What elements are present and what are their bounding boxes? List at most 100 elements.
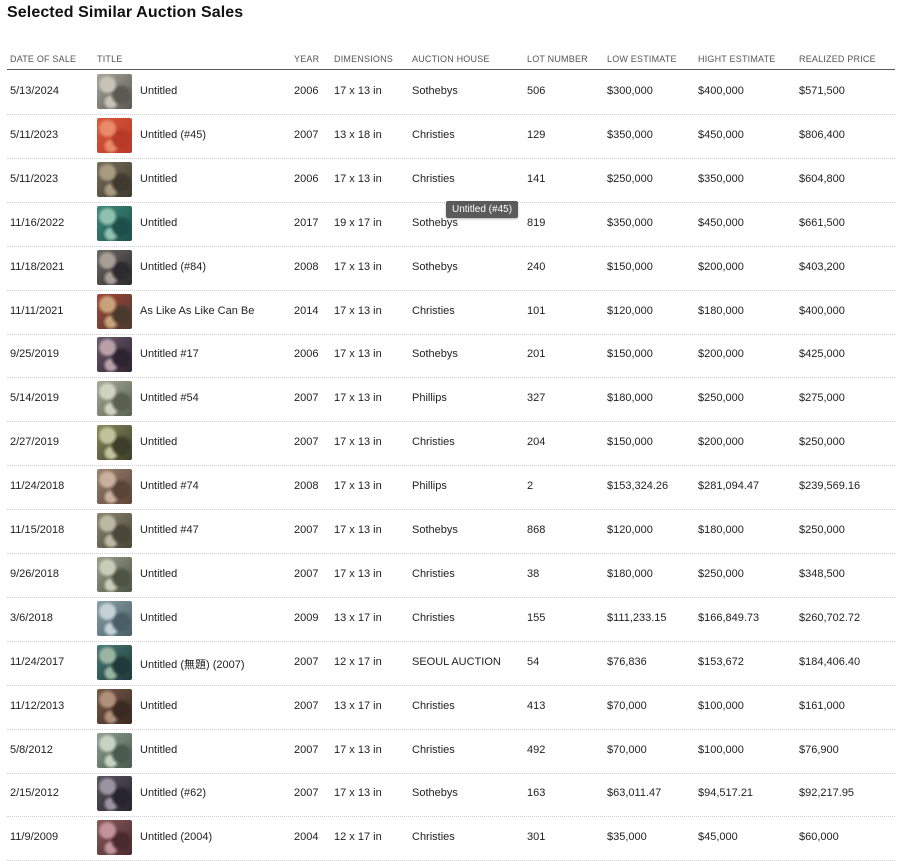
year-cell: 2007 — [294, 436, 319, 449]
high-estimate-cell: $45,000 — [698, 831, 738, 844]
table-row[interactable]: 11/18/2021 2008 17 x 13 in Sothebys 240 $150,… — [7, 246, 895, 291]
artwork-thumbnail[interactable] — [97, 337, 132, 373]
table-row[interactable]: 5/11/2023 2007 13 x 18 in Christies 129 $350,… — [7, 114, 895, 159]
table-row[interactable]: 9/25/2019 2006 17 x 13 in Sothebys 201 $150,0… — [7, 333, 895, 379]
artwork-thumbnail[interactable] — [97, 293, 132, 329]
artwork-thumbnail[interactable] — [97, 469, 132, 505]
artwork-thumbnail[interactable] — [97, 776, 132, 812]
table-row[interactable]: 2/27/2019 2007 17 x 13 in Christies 204 $150,… — [7, 421, 895, 467]
artwork-title[interactable]: Untitled — [140, 85, 177, 97]
page-title: Selected Similar Auction Sales — [7, 4, 244, 21]
lot-number-cell: 141 — [527, 172, 546, 185]
lot-number-cell: 492 — [527, 743, 546, 756]
auction-house-cell: Sothebys — [412, 260, 458, 273]
artwork-title[interactable]: Untitled — [140, 568, 177, 580]
auction-house-cell: Christies — [412, 172, 455, 185]
artwork-thumbnail[interactable] — [97, 161, 132, 197]
artwork-title[interactable]: Untitled — [140, 173, 177, 185]
lot-number-cell: 327 — [527, 392, 546, 405]
lot-number-cell: 54 — [527, 655, 540, 668]
artwork-title[interactable]: Untitled #54 — [140, 392, 199, 404]
lot-number-cell: 129 — [527, 128, 546, 141]
dimensions-cell: 17 x 13 in — [334, 480, 382, 493]
low-estimate-cell: $70,000 — [607, 699, 647, 712]
sale-date-cell: 11/16/2022 — [10, 216, 65, 229]
table-row[interactable]: 3/6/2018 2009 13 x 17 in Christies 155 $111,2… — [7, 597, 895, 642]
artwork-thumbnail[interactable] — [97, 205, 132, 241]
high-estimate-cell: $180,000 — [698, 524, 744, 536]
artwork-thumbnail[interactable] — [97, 74, 132, 109]
high-estimate-cell: $200,000 — [698, 436, 744, 449]
artwork-thumbnail[interactable] — [97, 556, 132, 592]
artwork-thumbnail[interactable] — [97, 644, 132, 680]
dimensions-cell: 17 x 13 in — [334, 348, 382, 361]
header-realized-price[interactable]: REALIZED PRICE — [799, 54, 876, 64]
table-row[interactable]: 5/8/2012 2007 17 x 13 in Christies 492 $70,00… — [7, 729, 895, 774]
artwork-thumbnail[interactable] — [97, 249, 132, 285]
lot-number-cell: 240 — [527, 260, 546, 273]
table-row[interactable]: 11/15/2018 2007 17 x 13 in Sothebys 868 $120,… — [7, 509, 895, 554]
year-cell: 2006 — [294, 348, 319, 361]
header-auction-house[interactable]: AUCTION HOUSE — [412, 54, 490, 64]
artwork-thumbnail[interactable] — [97, 600, 132, 636]
table-row[interactable]: 9/26/2018 2007 17 x 13 in Christies 38 $180,0… — [7, 553, 895, 598]
low-estimate-cell: $150,000 — [607, 260, 653, 273]
lot-number-cell: 201 — [527, 348, 546, 361]
header-dimensions[interactable]: DIMENSIONS — [334, 54, 393, 64]
realized-price-cell: $60,000 — [799, 831, 839, 844]
table-row[interactable]: 11/11/2021 2014 17 x 13 in Christies 101 $120… — [7, 290, 895, 335]
low-estimate-cell: $120,000 — [607, 304, 653, 317]
artwork-thumbnail[interactable] — [97, 425, 132, 461]
artwork-thumbnail[interactable] — [97, 732, 132, 768]
low-estimate-cell: $300,000 — [607, 85, 653, 97]
table-row[interactable]: 5/14/2019 2007 17 x 13 in Phillips 327 $180,0… — [7, 377, 895, 423]
auction-house-cell: Sothebys — [412, 787, 458, 800]
artwork-title[interactable]: Untitled (#45) — [140, 129, 206, 141]
header-high-estimate[interactable]: HIGHT ESTIMATE — [698, 54, 775, 64]
sale-date-cell: 5/11/2023 — [10, 128, 59, 141]
dimensions-cell: 13 x 17 in — [334, 611, 382, 624]
dimensions-cell: 13 x 17 in — [334, 699, 382, 712]
artwork-title[interactable]: Untitled #47 — [140, 524, 199, 536]
artwork-title[interactable]: Untitled (#62) — [140, 787, 206, 799]
artwork-title[interactable]: Untitled (#84) — [140, 261, 206, 273]
artwork-thumbnail[interactable] — [97, 513, 132, 548]
artwork-title[interactable]: Untitled — [140, 700, 177, 712]
artwork-thumbnail[interactable] — [97, 820, 132, 856]
artwork-title[interactable]: Untitled #74 — [140, 480, 199, 492]
year-cell: 2008 — [294, 480, 319, 493]
header-low-estimate[interactable]: LOW ESTIMATE — [607, 54, 677, 64]
year-cell: 2007 — [294, 743, 319, 756]
auction-house-cell: Christies — [412, 699, 455, 712]
artwork-title[interactable]: Untitled — [140, 436, 177, 448]
table-row[interactable]: 5/11/2023 2006 17 x 13 in Christies 141 $250,… — [7, 158, 895, 203]
high-estimate-cell: $350,000 — [698, 172, 744, 185]
table-row[interactable]: 11/9/2009 2004 12 x 17 in Christies 301 $35,0… — [7, 816, 895, 861]
artwork-title[interactable]: Untitled — [140, 217, 177, 229]
artwork-title[interactable]: As Like As Like Can Be — [140, 305, 254, 317]
header-date-of-sale[interactable]: DATE OF SALE — [10, 54, 76, 64]
header-lot-number[interactable]: LOT NUMBER — [527, 54, 588, 64]
artwork-thumbnail[interactable] — [97, 688, 132, 724]
table-row[interactable]: 5/13/2024 2006 17 x 13 in Sothebys 506 $300,0… — [7, 70, 895, 115]
artwork-title[interactable]: Untitled #17 — [140, 348, 199, 360]
artwork-title[interactable]: Untitled — [140, 612, 177, 624]
artwork-title[interactable]: Untitled — [140, 744, 177, 756]
artwork-title[interactable]: Untitled (2004) — [140, 831, 212, 843]
dimensions-cell: 17 x 13 in — [334, 787, 382, 800]
artwork-thumbnail[interactable] — [97, 381, 132, 417]
header-year[interactable]: YEAR — [294, 54, 319, 64]
auction-house-cell: Sothebys — [412, 524, 458, 536]
artwork-thumbnail[interactable] — [97, 117, 132, 153]
table-row[interactable]: 11/12/2013 2007 13 x 17 in Christies 413 $70,… — [7, 685, 895, 730]
high-estimate-cell: $100,000 — [698, 743, 744, 756]
artwork-title[interactable]: Untitled (無題) (2007) — [140, 656, 245, 672]
year-cell: 2007 — [294, 524, 319, 536]
low-estimate-cell: $120,000 — [607, 524, 653, 536]
header-title[interactable]: TITLE — [97, 54, 123, 64]
auction-house-cell: Phillips — [412, 480, 447, 493]
table-row[interactable]: 11/24/2018 2008 17 x 13 in Phillips 2 $153,32… — [7, 465, 895, 511]
table-row[interactable]: 11/24/2017 2007 12 x 17 in SEOUL AUCTION 54 $… — [7, 641, 895, 686]
sale-date-cell: 11/24/2017 — [10, 655, 65, 668]
table-row[interactable]: 2/15/2012 2007 17 x 13 in Sothebys 163 $63,01… — [7, 772, 895, 818]
